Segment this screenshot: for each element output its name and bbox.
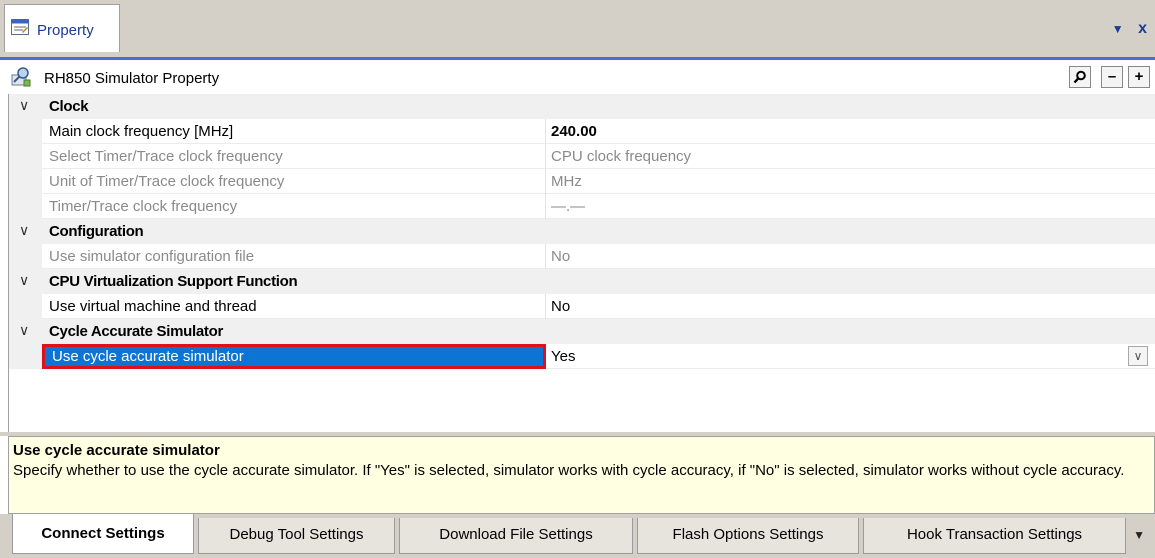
tab-overflow-dropdown-icon[interactable]: ▼ xyxy=(1133,528,1145,542)
property-grid: ∨ Clock Main clock frequency [MHz] 240.0… xyxy=(8,94,1155,432)
property-row-use-cycle-accurate-simulator[interactable]: Use cycle accurate simulator Yes ∨ xyxy=(9,344,1155,369)
description-body: Specify whether to use the cycle accurat… xyxy=(13,462,1125,479)
property-name: Unit of Timer/Trace clock frequency xyxy=(49,173,285,190)
category-name: Configuration xyxy=(49,223,144,240)
tab-connect-settings[interactable]: Connect Settings xyxy=(12,514,194,554)
search-button[interactable] xyxy=(1069,66,1091,88)
property-header-title: RH850 Simulator Property xyxy=(44,70,220,87)
category-name: Clock xyxy=(49,98,89,115)
property-description-panel: Use cycle accurate simulator Specify whe… xyxy=(8,436,1155,514)
property-value: MHz xyxy=(551,173,582,190)
property-value: —.— xyxy=(551,198,586,215)
tab-debug-tool-settings[interactable]: Debug Tool Settings xyxy=(198,518,395,554)
selected-property-name-cell[interactable]: Use cycle accurate simulator xyxy=(42,344,546,369)
value-dropdown-button[interactable]: ∨ xyxy=(1128,346,1148,366)
collapse-chevron-icon[interactable]: ∨ xyxy=(19,272,29,289)
property-row-use-simulator-config-file: Use simulator configuration file No xyxy=(9,244,1155,269)
property-row-main-clock-frequency[interactable]: Main clock frequency [MHz] 240.00 xyxy=(9,119,1155,144)
category-name: Cycle Accurate Simulator xyxy=(49,323,223,340)
property-name: Use simulator configuration file xyxy=(49,248,255,265)
property-name: Main clock frequency [MHz] xyxy=(49,123,234,140)
expand-all-button[interactable]: + xyxy=(1128,66,1150,88)
property-value[interactable]: Yes xyxy=(551,348,575,365)
panel-menu-dropdown-icon[interactable]: ▼ xyxy=(1112,22,1124,36)
chevron-down-icon: ∨ xyxy=(1133,349,1143,363)
panel-titlebar: Property ▼ x xyxy=(0,0,1155,57)
property-name: Use virtual machine and thread xyxy=(49,298,257,315)
property-value: No xyxy=(551,248,571,265)
property-value[interactable]: No xyxy=(551,298,570,315)
collapse-chevron-icon[interactable]: ∨ xyxy=(19,97,29,114)
category-name: CPU Virtualization Support Function xyxy=(49,273,298,290)
simulator-property-icon xyxy=(11,67,31,87)
property-row-unit-timer-trace-clock: Unit of Timer/Trace clock frequency MHz xyxy=(9,169,1155,194)
tab-hook-transaction-settings[interactable]: Hook Transaction Settings xyxy=(863,518,1126,554)
property-name: Select Timer/Trace clock frequency xyxy=(49,148,283,165)
property-row-use-virtual-machine[interactable]: Use virtual machine and thread No xyxy=(9,294,1155,319)
settings-tab-bar: Connect Settings Debug Tool Settings Dow… xyxy=(0,514,1155,558)
property-panel-tab[interactable]: Property xyxy=(4,4,120,52)
collapse-chevron-icon[interactable]: ∨ xyxy=(19,322,29,339)
panel-close-icon[interactable]: x xyxy=(1138,20,1147,37)
search-icon xyxy=(1073,70,1086,84)
panel-title: Property xyxy=(37,22,94,39)
panel-title-buttons: ▼ x xyxy=(1102,20,1147,38)
property-value: CPU clock frequency xyxy=(551,148,692,165)
category-clock[interactable]: ∨ Clock xyxy=(9,94,1155,119)
property-value[interactable]: 240.00 xyxy=(551,123,597,140)
property-window-icon xyxy=(11,19,29,35)
category-cpu-virtualization[interactable]: ∨ CPU Virtualization Support Function xyxy=(9,269,1155,294)
tab-flash-options-settings[interactable]: Flash Options Settings xyxy=(637,518,859,554)
collapse-chevron-icon[interactable]: ∨ xyxy=(19,222,29,239)
property-row-timer-trace-clock-frequency: Timer/Trace clock frequency —.— xyxy=(9,194,1155,219)
category-configuration[interactable]: ∨ Configuration xyxy=(9,219,1155,244)
property-row-select-timer-trace-clock: Select Timer/Trace clock frequency CPU c… xyxy=(9,144,1155,169)
property-header: RH850 Simulator Property – + xyxy=(0,57,1155,94)
tab-download-file-settings[interactable]: Download File Settings xyxy=(399,518,633,554)
category-cycle-accurate-simulator[interactable]: ∨ Cycle Accurate Simulator xyxy=(9,319,1155,344)
property-name: Timer/Trace clock frequency xyxy=(49,198,238,215)
description-title: Use cycle accurate simulator xyxy=(13,442,220,459)
collapse-all-button[interactable]: – xyxy=(1101,66,1123,88)
property-name: Use cycle accurate simulator xyxy=(52,348,244,365)
